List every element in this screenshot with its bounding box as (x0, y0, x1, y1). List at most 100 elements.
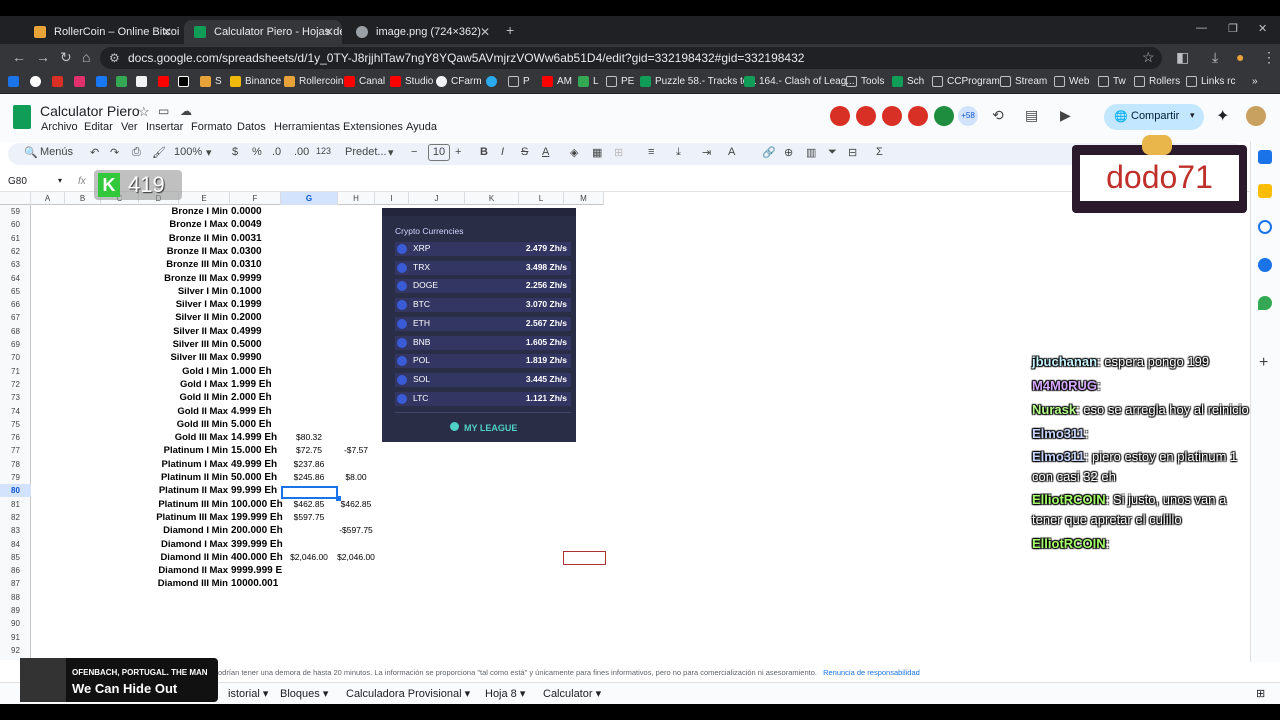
cell-hashrate[interactable]: 49.999 Eh (231, 458, 277, 471)
cell-tier[interactable]: Silver II Min (120, 311, 228, 324)
more-bookmarks-icon[interactable]: » (1252, 76, 1258, 87)
decrease-decimal-button[interactable]: .0 (272, 146, 281, 158)
cell-diff[interactable] (337, 644, 375, 657)
cell-price[interactable]: $2,046.00 (282, 551, 336, 564)
address-bar[interactable]: ⚙ docs.google.com/spreadsheets/d/1y_0TY-… (100, 47, 1162, 69)
cell-hashrate[interactable]: 14.999 Eh (231, 431, 277, 444)
cell-hashrate[interactable]: 2.000 Eh (231, 391, 272, 404)
bookmark-folder-ccprogram[interactable]: CCProgram (932, 76, 1000, 87)
tab-image[interactable]: image.png (724×362) ✕ (346, 20, 498, 44)
bookmark-sch[interactable]: Sch (892, 76, 924, 87)
cell-price[interactable] (282, 258, 336, 271)
bookmark-cfarm[interactable]: CFarm (436, 76, 482, 87)
cell-price[interactable] (282, 218, 336, 231)
align-vertical-icon[interactable]: ⤓ (676, 146, 681, 159)
cell-tier[interactable]: Diamond I Min (120, 524, 228, 537)
cell-diff[interactable] (337, 272, 375, 285)
meet-icon[interactable]: ▶ (1060, 107, 1071, 124)
cell-diff[interactable] (337, 511, 375, 524)
cell-hashrate[interactable]: 0.0310 (231, 258, 262, 271)
cell-diff[interactable] (337, 418, 375, 431)
bookmark-binance[interactable]: Binance (230, 76, 281, 87)
menus-search[interactable]: Menús (40, 146, 73, 158)
sheet-tab-historial[interactable]: istorial ▾ (228, 687, 268, 700)
forward-icon[interactable]: → (36, 49, 50, 65)
menu-icon[interactable]: ⋮ (1262, 49, 1276, 66)
bookmark-icon-only[interactable] (74, 76, 89, 87)
insert-comment-icon[interactable]: ⊕ (784, 146, 793, 159)
cell-price[interactable] (282, 564, 336, 577)
menu-herramientas[interactable]: Herramientas (274, 121, 340, 133)
menu-ver[interactable]: Ver (121, 121, 138, 133)
cell-tier[interactable]: Bronze II Max (120, 245, 228, 258)
cell-price[interactable] (282, 591, 336, 604)
cell-tier[interactable] (120, 617, 228, 630)
font-size-input[interactable]: 10 (428, 144, 450, 161)
cell-diff[interactable] (337, 378, 375, 391)
cell-price[interactable] (282, 351, 336, 364)
extensions-icon[interactable]: ◧ (1176, 49, 1189, 66)
cell-diff[interactable] (337, 285, 375, 298)
explore-icon[interactable]: ⊞ (1256, 687, 1265, 700)
column-header[interactable]: I (375, 192, 409, 205)
sheet-tab-hoja8[interactable]: Hoja 8 ▾ (485, 687, 525, 700)
insert-chart-icon[interactable]: ▥ (806, 146, 816, 159)
reload-icon[interactable]: ↻ (60, 49, 72, 66)
maximize-icon[interactable]: ❐ (1228, 22, 1238, 35)
cell-hashrate[interactable]: 5.000 Eh (231, 418, 272, 431)
column-header[interactable]: E (179, 192, 230, 205)
add-addon-icon[interactable]: + (1259, 354, 1268, 372)
align-horizontal-icon[interactable]: ≡ (648, 146, 654, 158)
menu-editar[interactable]: Editar (84, 121, 113, 133)
cell-hashrate[interactable]: 100.000 Eh (231, 498, 283, 511)
cell-hashrate[interactable]: 1.999 Eh (231, 378, 272, 391)
text-color-button[interactable]: A (542, 146, 549, 158)
cell-diff[interactable]: $462.85 (337, 498, 375, 511)
cell-price[interactable]: $237.86 (282, 458, 336, 471)
text-wrap-icon[interactable]: ⇥ (702, 146, 711, 159)
cell-tier[interactable]: Silver I Max (120, 298, 228, 311)
cell-diff[interactable] (337, 405, 375, 418)
cell-diff[interactable] (337, 218, 375, 231)
cell-tier[interactable]: Silver II Max (120, 325, 228, 338)
collaborator-avatar[interactable] (934, 106, 954, 126)
keep-icon[interactable] (1258, 184, 1272, 198)
cell-price[interactable] (282, 325, 336, 338)
cell-hashrate[interactable]: 199.999 Eh (231, 511, 283, 524)
bookmark-folder-stream[interactable]: Stream (1000, 76, 1047, 87)
cell-hashrate[interactable]: 399.999 Eh (231, 538, 283, 551)
bookmark-folder-links[interactable]: Links rc (1186, 76, 1235, 87)
close-icon[interactable]: ✕ (324, 25, 334, 39)
zoom-select[interactable]: 100% (174, 146, 202, 158)
cell-hashrate[interactable]: 4.999 Eh (231, 405, 272, 418)
text-rotation-icon[interactable]: A (728, 146, 735, 158)
cell-diff[interactable]: -$597.75 (337, 524, 375, 537)
italic-button[interactable]: I (501, 146, 504, 158)
cell-diff[interactable] (337, 298, 375, 311)
bookmark-icon-only[interactable] (30, 76, 45, 87)
document-title[interactable]: Calculator Piero (40, 103, 140, 119)
cell-price[interactable] (282, 298, 336, 311)
cell-diff[interactable] (337, 631, 375, 644)
cell-price[interactable] (282, 644, 336, 657)
cell-price[interactable] (282, 418, 336, 431)
minimize-icon[interactable]: — (1196, 22, 1207, 34)
account-avatar[interactable] (1246, 106, 1266, 126)
gemini-icon[interactable]: ✦ (1216, 106, 1229, 126)
bookmark-am[interactable]: AM (542, 76, 572, 87)
cell-tier[interactable]: Gold II Min (120, 391, 228, 404)
cell-tier[interactable]: Gold II Max (120, 405, 228, 418)
tab-calculator[interactable]: Calculator Piero - Hojas de cálc ✕ (184, 20, 342, 44)
cell-price[interactable] (282, 272, 336, 285)
profile-icon[interactable]: ● (1236, 49, 1244, 65)
cell-price[interactable] (282, 378, 336, 391)
cell-tier[interactable]: Platinum III Max (120, 511, 228, 524)
cell-tier[interactable] (120, 604, 228, 617)
cell-tier[interactable]: Gold III Max (120, 431, 228, 444)
cell-tier[interactable]: Bronze I Max (120, 218, 228, 231)
cell-diff[interactable] (337, 338, 375, 351)
column-header[interactable]: F (230, 192, 281, 205)
maps-icon[interactable] (1258, 296, 1272, 310)
merge-cells-icon[interactable]: ⊞ (614, 146, 623, 159)
column-header[interactable]: K (465, 192, 519, 205)
